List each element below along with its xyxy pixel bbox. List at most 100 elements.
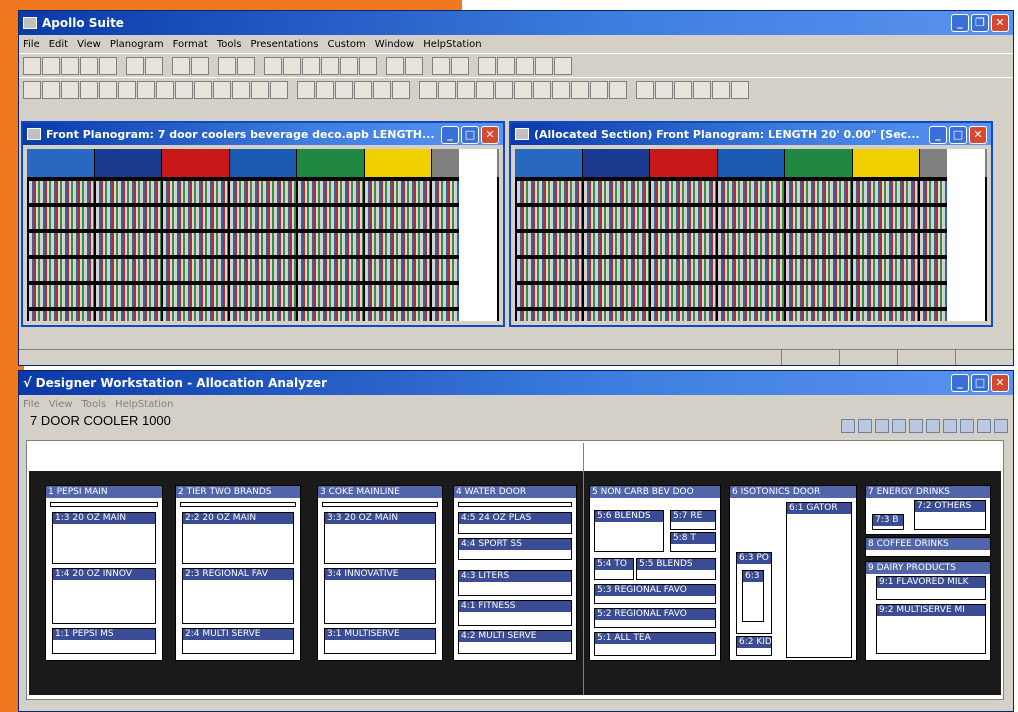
toolbar-button[interactable] bbox=[451, 56, 469, 75]
toolbar-button[interactable] bbox=[405, 56, 423, 75]
dw-titlebar[interactable]: √ Designer Workstation - Allocation Anal… bbox=[19, 371, 1013, 395]
toolbar-button[interactable] bbox=[251, 80, 269, 99]
toolbar-button[interactable] bbox=[23, 56, 41, 75]
sub-section[interactable]: 1:4 20 OZ INNOV bbox=[52, 568, 156, 624]
maximize-button[interactable]: □ bbox=[971, 374, 989, 392]
toolbar-button[interactable] bbox=[516, 56, 534, 75]
bay-isotonics[interactable]: 6 ISOTONICS DOOR 6:1 GATOR 6:3 PO 6:3 6:… bbox=[729, 485, 857, 661]
toolbar-button[interactable] bbox=[457, 80, 475, 99]
sub-section[interactable]: 5:1 ALL TEA bbox=[594, 632, 716, 656]
toolbar-button[interactable] bbox=[126, 56, 144, 75]
sub-section[interactable]: 2:4 MULTI SERVE bbox=[182, 628, 294, 654]
toolbar-button[interactable] bbox=[283, 56, 301, 75]
toolbar-button[interactable] bbox=[590, 80, 608, 99]
toolbar-button[interactable] bbox=[270, 80, 288, 99]
apollo-titlebar[interactable]: Apollo Suite _ ❐ ✕ bbox=[19, 11, 1013, 35]
toolbar-button[interactable] bbox=[533, 80, 551, 99]
toolbar-button[interactable] bbox=[80, 80, 98, 99]
close-button[interactable]: ✕ bbox=[969, 126, 987, 144]
toolbar-button[interactable] bbox=[497, 56, 515, 75]
menu-file[interactable]: File bbox=[23, 399, 40, 410]
toolbar-button[interactable] bbox=[535, 56, 553, 75]
sub-section[interactable]: 4:1 FITNESS bbox=[458, 600, 572, 626]
allocation-canvas[interactable]: 1 PEPSI MAIN 1:3 20 OZ MAIN 1:4 20 OZ IN… bbox=[26, 440, 1004, 700]
sub-section[interactable]: 9:2 MULTISERVE MI bbox=[876, 604, 986, 654]
toolbar-button[interactable] bbox=[609, 80, 627, 99]
tool-icon[interactable] bbox=[858, 419, 872, 433]
menu-helpstation[interactable]: HelpStation bbox=[115, 399, 173, 410]
menu-format[interactable]: Format bbox=[173, 39, 208, 50]
child1-titlebar[interactable]: Front Planogram: 7 door coolers beverage… bbox=[23, 123, 503, 145]
toolbar-button[interactable] bbox=[297, 80, 315, 99]
toolbar-button[interactable] bbox=[373, 80, 391, 99]
toolbar-button[interactable] bbox=[99, 56, 117, 75]
menu-edit[interactable]: Edit bbox=[49, 39, 68, 50]
bay-dairy[interactable]: 9 DAIRY PRODUCTS 9:1 FLAVORED MILK 9:2 M… bbox=[865, 561, 991, 661]
restore-button[interactable]: ❐ bbox=[971, 14, 989, 32]
toolbar-button[interactable] bbox=[335, 80, 353, 99]
toolbar-button[interactable] bbox=[172, 56, 190, 75]
toolbar-button[interactable] bbox=[693, 80, 711, 99]
sub-section[interactable]: 5:2 REGIONAL FAVO bbox=[594, 608, 716, 628]
sub-section[interactable]: 9:1 FLAVORED MILK bbox=[876, 576, 986, 600]
menu-tools[interactable]: Tools bbox=[81, 399, 106, 410]
toolbar-button[interactable] bbox=[392, 80, 410, 99]
close-button[interactable]: ✕ bbox=[481, 126, 499, 144]
toolbar-button[interactable] bbox=[636, 80, 654, 99]
sub-section[interactable]: 7:3 B bbox=[872, 514, 904, 530]
toolbar-button[interactable] bbox=[476, 80, 494, 99]
sub-section[interactable]: 4:3 LITERS bbox=[458, 570, 572, 596]
bay-coke-mainline[interactable]: 3 COKE MAINLINE 3:3 20 OZ MAIN 3:4 INNOV… bbox=[317, 485, 443, 661]
bay-pepsi-main[interactable]: 1 PEPSI MAIN 1:3 20 OZ MAIN 1:4 20 OZ IN… bbox=[45, 485, 163, 661]
maximize-button[interactable]: □ bbox=[461, 126, 479, 144]
tool-icon[interactable] bbox=[943, 419, 957, 433]
tool-icon[interactable] bbox=[960, 419, 974, 433]
bay-water-door[interactable]: 4 WATER DOOR 4:5 24 OZ PLAS 4:4 SPORT SS… bbox=[453, 485, 577, 661]
minimize-button[interactable]: _ bbox=[929, 126, 947, 144]
toolbar-button[interactable] bbox=[354, 80, 372, 99]
tool-icon[interactable] bbox=[892, 419, 906, 433]
sub-section[interactable]: 6:2 KID bbox=[736, 636, 772, 656]
sub-section[interactable]: 5:5 BLENDS bbox=[636, 558, 716, 580]
toolbar-button[interactable] bbox=[386, 56, 404, 75]
toolbar-button[interactable] bbox=[213, 80, 231, 99]
toolbar-button[interactable] bbox=[175, 80, 193, 99]
sub-section[interactable]: 1:3 20 OZ MAIN bbox=[52, 512, 156, 564]
toolbar-button[interactable] bbox=[156, 80, 174, 99]
sub-section[interactable]: 5:6 BLENDS bbox=[594, 510, 664, 552]
toolbar-button[interactable] bbox=[419, 80, 437, 99]
toolbar-button[interactable] bbox=[438, 80, 456, 99]
menu-window[interactable]: Window bbox=[375, 39, 414, 50]
tool-icon[interactable] bbox=[875, 419, 889, 433]
menu-tools[interactable]: Tools bbox=[217, 39, 242, 50]
toolbar-button[interactable] bbox=[495, 80, 513, 99]
toolbar-button[interactable] bbox=[232, 80, 250, 99]
toolbar-button[interactable] bbox=[514, 80, 532, 99]
sub-section[interactable]: 3:1 MULTISERVE bbox=[324, 628, 436, 654]
tool-icon[interactable] bbox=[994, 419, 1008, 433]
menu-custom[interactable]: Custom bbox=[327, 39, 365, 50]
sub-section[interactable]: 2:3 REGIONAL FAV bbox=[182, 568, 294, 624]
toolbar-button[interactable] bbox=[194, 80, 212, 99]
sub-section[interactable]: 4:4 SPORT SS bbox=[458, 538, 572, 560]
toolbar-button[interactable] bbox=[712, 80, 730, 99]
menu-file[interactable]: File bbox=[23, 39, 40, 50]
toolbar-button[interactable] bbox=[42, 56, 60, 75]
toolbar-button[interactable] bbox=[316, 80, 334, 99]
minimize-button[interactable]: _ bbox=[951, 374, 969, 392]
sub-section[interactable]: 6:3 bbox=[742, 570, 764, 622]
sub-section[interactable]: 5:8 T bbox=[670, 532, 716, 552]
toolbar-button[interactable] bbox=[340, 56, 358, 75]
sub-section[interactable]: 1:1 PEPSI MS bbox=[52, 628, 156, 654]
toolbar-button[interactable] bbox=[118, 80, 136, 99]
toolbar-button[interactable] bbox=[321, 56, 339, 75]
close-button[interactable]: ✕ bbox=[991, 374, 1009, 392]
bay-coffee[interactable]: 8 COFFEE DRINKS bbox=[865, 537, 991, 557]
sub-section[interactable]: 5:7 RE bbox=[670, 510, 716, 530]
sub-section[interactable]: 4:2 MULTI SERVE bbox=[458, 630, 572, 654]
toolbar-button[interactable] bbox=[655, 80, 673, 99]
sub-section[interactable]: 6:1 GATOR bbox=[786, 502, 852, 658]
toolbar-button[interactable] bbox=[674, 80, 692, 99]
sub-section[interactable]: 4:5 24 OZ PLAS bbox=[458, 512, 572, 534]
sub-section[interactable]: 3:4 INNOVATIVE bbox=[324, 568, 436, 624]
